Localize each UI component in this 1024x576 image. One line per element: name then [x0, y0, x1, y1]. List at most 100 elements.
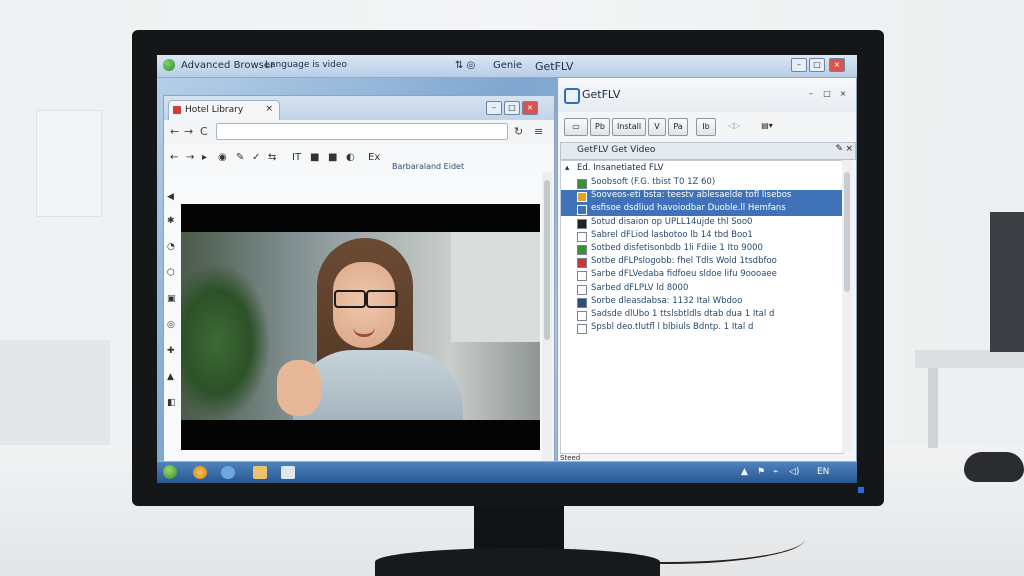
- ext-edit-icon[interactable]: ✎: [236, 152, 244, 163]
- browser-maximize-button[interactable]: □: [504, 101, 520, 115]
- forward-icon[interactable]: →: [184, 125, 193, 138]
- ext-play-icon[interactable]: ▸: [202, 152, 207, 163]
- video-list-item[interactable]: esfisoe dsdliud havoiodbar Duoble.ll Hem…: [561, 203, 843, 217]
- tool-install-button[interactable]: Install: [612, 118, 646, 136]
- reload-icon[interactable]: C: [200, 125, 208, 138]
- item-label: Sarbe dFLVedaba fidfoeu sldoe lifu 9oooa…: [591, 269, 777, 280]
- video-list-item[interactable]: Sotud disaion op UPLL14ujde thl Soo0: [561, 217, 843, 230]
- tray-up-icon[interactable]: ▲: [741, 467, 748, 477]
- video-list-item[interactable]: Sooveos-eti bsta: teestv ablesaelde tofl…: [561, 190, 843, 204]
- page-side-icon-9[interactable]: ◧: [167, 398, 176, 408]
- item-checkbox[interactable]: [577, 284, 587, 295]
- video-list-item[interactable]: Sabrel dFLiod lasbotoo lb 14 tbd Boo1: [561, 230, 843, 243]
- start-button[interactable]: [163, 465, 177, 479]
- item-label: Spsbl deo.tlutfl l blbiuls Bdntp. 1 Ital…: [591, 322, 754, 333]
- tree-root[interactable]: ▴ Ed. Insanetiated FLV: [561, 163, 843, 176]
- tray-flag-icon[interactable]: ⚑: [757, 467, 765, 477]
- item-checkbox[interactable]: [577, 205, 587, 216]
- tool-ib-button[interactable]: Ib: [696, 118, 716, 136]
- item-checkbox[interactable]: [577, 311, 587, 321]
- tree-header-pin-icon[interactable]: ✎: [835, 144, 843, 154]
- browser-minimize-button[interactable]: –: [486, 101, 502, 115]
- tool-nav-button[interactable]: ◁▷: [720, 118, 748, 134]
- ext-record-icon[interactable]: ◉: [218, 152, 227, 163]
- tab-close-icon[interactable]: ×: [265, 104, 273, 114]
- back-icon[interactable]: ←: [170, 125, 179, 138]
- video-player[interactable]: [181, 204, 540, 450]
- browser-close-button[interactable]: ×: [522, 101, 538, 115]
- video-list-item[interactable]: Spsbl deo.tlutfl l blbiuls Bdntp. 1 Ital…: [561, 322, 843, 335]
- item-checkbox[interactable]: [577, 258, 587, 269]
- item-checkbox[interactable]: [577, 324, 587, 335]
- item-checkbox[interactable]: [577, 192, 587, 203]
- tree-expand-icon[interactable]: ▴: [565, 163, 569, 173]
- getflv-scroll-thumb[interactable]: [844, 172, 850, 292]
- tray-volume-icon[interactable]: ◁): [789, 467, 799, 477]
- video-list-item[interactable]: Sarbe dFLVedaba fidfoeu sldoe lifu 9oooa…: [561, 269, 843, 282]
- item-label: Sarbed dFLPLV ld 8000: [591, 282, 689, 293]
- getflv-minimize-button[interactable]: –: [804, 88, 818, 100]
- menu-icon[interactable]: ≡: [534, 125, 543, 138]
- video-list-item[interactable]: Sorbe dleasdabsa: 1132 Ital Wbdoo: [561, 296, 843, 309]
- video-list-item[interactable]: Soobsoft (F.G. tbist T0 1Z 60): [561, 177, 843, 190]
- getflv-scrollbar[interactable]: [842, 160, 852, 452]
- tool-pb-button[interactable]: Pb: [590, 118, 610, 136]
- browser-tab-bar: Hotel Library × – □ ×: [164, 96, 554, 121]
- maximize-button[interactable]: □: [809, 58, 825, 72]
- minimize-button[interactable]: –: [791, 58, 807, 72]
- ext-stop-icon[interactable]: ■: [328, 152, 337, 163]
- item-checkbox[interactable]: [577, 179, 587, 189]
- item-checkbox[interactable]: [577, 231, 587, 242]
- close-button[interactable]: ×: [829, 58, 845, 72]
- tool-pa-button[interactable]: Pa: [668, 118, 688, 136]
- ext-back-icon[interactable]: ←: [170, 152, 178, 163]
- taskbar-ie-icon[interactable]: [221, 466, 235, 479]
- refresh-icon[interactable]: ↻: [514, 125, 523, 138]
- ext-check-icon[interactable]: ✓: [252, 152, 260, 163]
- address-bar[interactable]: [216, 123, 508, 140]
- item-checkbox[interactable]: [577, 245, 587, 255]
- page-side-icon-1[interactable]: ◀: [167, 192, 174, 202]
- getflv-tree-header[interactable]: GetFLV Get Video ✎ ×: [560, 142, 856, 160]
- page-side-icon-3[interactable]: ◔: [167, 242, 175, 252]
- tray-language-icon[interactable]: EN: [817, 467, 829, 477]
- page-side-icon-6[interactable]: ◎: [167, 320, 175, 330]
- ext-forward-icon[interactable]: →: [186, 152, 194, 163]
- tree-header-close-icon[interactable]: ×: [845, 144, 853, 154]
- browser-scroll-thumb[interactable]: [544, 180, 550, 340]
- video-list-item[interactable]: Sarbed dFLPLV ld 8000: [561, 283, 843, 296]
- item-checkbox[interactable]: [577, 271, 587, 282]
- taskbar-browser-icon[interactable]: [193, 466, 207, 479]
- page-side-icon-2[interactable]: ✱: [167, 216, 175, 226]
- video-list-item[interactable]: Sadsde dlUbo 1 ttslsbtldls dtab dua 1 It…: [561, 309, 843, 322]
- tool-new-button[interactable]: ▭: [564, 118, 588, 136]
- video-list-item[interactable]: Sotbed disfetisonbdb 1li Fdiie 1 Ito 900…: [561, 243, 843, 256]
- browser-scrollbar[interactable]: [542, 172, 552, 464]
- video-list-item[interactable]: Sotbe dFLPslogobb: fhel Tdls Wold 1tsdbf…: [561, 256, 843, 269]
- browser-tab[interactable]: Hotel Library ×: [168, 100, 280, 121]
- item-label: Sotbed disfetisonbdb 1li Fdiie 1 Ito 900…: [591, 243, 763, 253]
- desktop-screen: Advanced Browser Language is video ⇅ ◎ G…: [157, 55, 857, 483]
- taskbar-folder-icon[interactable]: [253, 466, 267, 479]
- ext-ex-icon[interactable]: Ex: [368, 152, 380, 163]
- getflv-maximize-button[interactable]: □: [820, 88, 834, 100]
- item-checkbox[interactable]: [577, 297, 587, 308]
- computer-mouse: [964, 452, 1024, 482]
- getflv-close-button[interactable]: ×: [836, 88, 850, 100]
- ext-swap-icon[interactable]: ⇆: [268, 152, 276, 163]
- tray-network-icon[interactable]: ⌁: [773, 467, 778, 477]
- tool-view-dropdown[interactable]: ▤▾: [756, 118, 778, 134]
- ext-it-icon[interactable]: IT: [292, 152, 301, 163]
- tool-v-button[interactable]: V: [648, 118, 666, 136]
- page-side-icon-8[interactable]: ▲: [167, 372, 174, 382]
- ext-half-icon[interactable]: ◐: [346, 152, 355, 163]
- item-label: Sotud disaion op UPLL14ujde thl Soo0: [591, 216, 753, 227]
- monitor-base: [375, 548, 660, 576]
- ext-square-icon[interactable]: ■: [310, 152, 319, 163]
- item-checkbox[interactable]: [577, 218, 587, 229]
- page-side-icon-4[interactable]: ⬡: [167, 268, 175, 278]
- page-side-icon-5[interactable]: ▣: [167, 294, 176, 304]
- taskbar-getflv-icon[interactable]: [281, 466, 295, 479]
- page-side-icon-7[interactable]: ✚: [167, 346, 175, 356]
- getflv-toolbar: ▭ Pb Install V Pa Ib ◁▷ ▤▾: [558, 116, 856, 138]
